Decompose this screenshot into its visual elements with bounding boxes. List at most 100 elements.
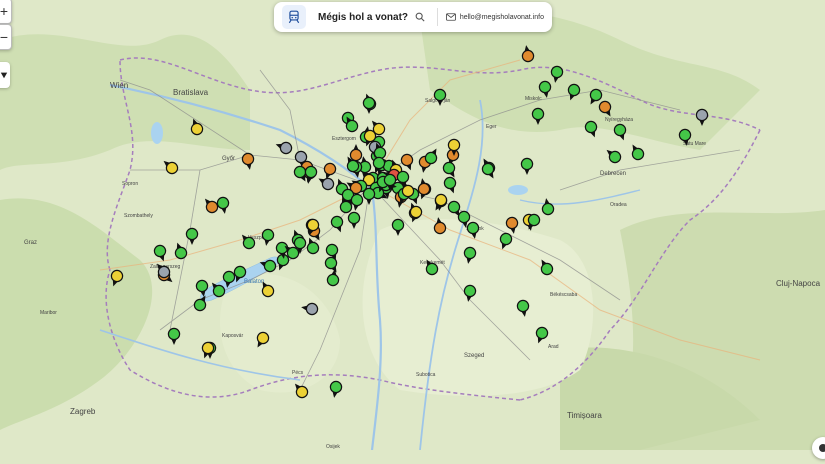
- map-label: Győr: [222, 156, 235, 162]
- status-dot: [305, 302, 319, 316]
- app-title: Mégis hol a vonat?: [318, 11, 409, 23]
- info-button[interactable]: [812, 437, 825, 459]
- map-label: Oradea: [610, 202, 627, 208]
- status-dot: [190, 122, 204, 136]
- status-dot: [608, 150, 622, 164]
- status-dot: [201, 341, 215, 355]
- locate-button[interactable]: [0, 62, 10, 88]
- map-label: Pécs: [292, 370, 304, 376]
- status-dot: [279, 141, 293, 155]
- map-label: Wien: [110, 81, 128, 90]
- status-dot: [481, 162, 495, 176]
- status-dot: [417, 182, 431, 196]
- status-dot: [350, 193, 364, 207]
- status-dot: [584, 120, 598, 134]
- status-dot: [323, 162, 337, 176]
- status-dot: [321, 177, 335, 191]
- status-dot: [233, 265, 247, 279]
- status-dot: [306, 241, 320, 255]
- map-label: Balaton: [244, 279, 264, 285]
- locate-icon: [0, 72, 8, 79]
- map-label: Sopron: [122, 181, 138, 187]
- info-icon: [819, 444, 825, 452]
- status-dot: [294, 150, 308, 164]
- search-button[interactable]: [413, 10, 427, 24]
- status-dot: [212, 284, 226, 298]
- status-dot: [256, 331, 270, 345]
- map-label: Miskolc: [525, 96, 542, 102]
- status-dot: [531, 107, 545, 121]
- map-label: Kaposvár: [222, 333, 243, 339]
- mail-icon: [445, 13, 456, 21]
- status-dot: [695, 108, 709, 122]
- status-dot: [433, 221, 447, 235]
- status-dot: [567, 83, 581, 97]
- status-dot: [325, 243, 339, 257]
- status-dot: [216, 196, 230, 210]
- contact-email: hello@megisholavonat.info: [459, 13, 544, 21]
- map-label: Zagreb: [70, 407, 96, 416]
- zoom-out-button[interactable]: −: [0, 24, 12, 50]
- status-dot: [463, 246, 477, 260]
- status-dot: [324, 256, 338, 270]
- status-dot: [345, 119, 359, 133]
- status-dot: [447, 200, 461, 214]
- map-label: Debrecen: [600, 171, 626, 177]
- status-dot: [304, 165, 318, 179]
- status-dot: [678, 128, 692, 142]
- map-label: Cluj-Napoca: [776, 279, 821, 288]
- status-dot: [383, 173, 397, 187]
- status-dot: [535, 326, 549, 340]
- status-dot: [505, 216, 519, 230]
- divider: [436, 8, 438, 26]
- status-dot: [242, 236, 256, 250]
- status-dot: [339, 200, 353, 214]
- status-dot: [550, 65, 564, 79]
- status-dot: [347, 211, 361, 225]
- status-dot: [447, 138, 461, 152]
- contact-email-link[interactable]: hello@megisholavonat.info: [445, 13, 544, 21]
- status-dot: [396, 170, 410, 184]
- status-dot: [153, 244, 167, 258]
- map-label: Graz: [24, 240, 37, 246]
- status-dot: [329, 380, 343, 394]
- status-dot: [349, 148, 363, 162]
- zoom-in-button[interactable]: +: [0, 0, 12, 24]
- status-dot: [362, 96, 376, 110]
- status-dot: [362, 187, 376, 201]
- plus-icon: +: [0, 3, 9, 19]
- status-dot: [205, 200, 219, 214]
- status-dot: [631, 147, 645, 161]
- map-label: Békéscsaba: [550, 292, 577, 298]
- map-label: Timișoara: [567, 411, 602, 420]
- status-dot: [409, 205, 423, 219]
- train-icon: [288, 10, 300, 24]
- status-dot: [457, 210, 471, 224]
- status-dot: [222, 270, 236, 284]
- map-label: Bratislava: [173, 88, 209, 97]
- status-dot: [326, 273, 340, 287]
- map-label: Maribor: [40, 310, 57, 316]
- status-dot: [401, 184, 415, 198]
- status-dot: [372, 122, 386, 136]
- map-label: Eger: [486, 124, 497, 130]
- status-dot: [540, 262, 554, 276]
- status-dot: [433, 88, 447, 102]
- status-dot: [538, 80, 552, 94]
- status-dot: [110, 269, 124, 283]
- status-dot: [241, 152, 255, 166]
- status-dot: [463, 284, 477, 298]
- map-label: Szeged: [464, 353, 484, 359]
- status-dot: [424, 151, 438, 165]
- status-dot: [195, 279, 209, 293]
- minus-icon: −: [0, 29, 9, 45]
- map-label: Arad: [548, 344, 559, 350]
- status-dot: [434, 193, 448, 207]
- railway-map[interactable]: Wien Bratislava Győr Balaton Szeged Debr…: [0, 0, 825, 450]
- brand-logo[interactable]: [282, 5, 306, 29]
- map-label: Szombathely: [124, 213, 153, 219]
- status-dot: [167, 327, 181, 341]
- status-dot: [293, 236, 307, 250]
- status-dot: [193, 298, 207, 312]
- status-dot: [466, 221, 480, 235]
